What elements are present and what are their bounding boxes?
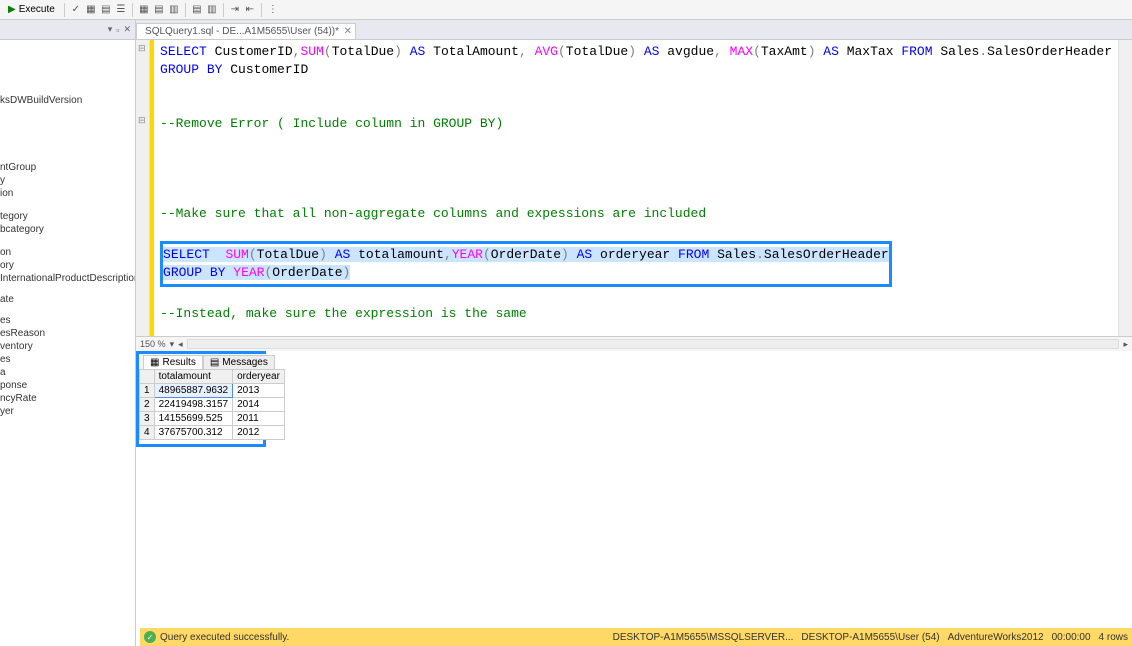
tree-item[interactable]: yer <box>0 405 135 418</box>
uncomment-icon[interactable]: ▥ <box>206 4 218 16</box>
scroll-right-icon[interactable]: ▸ <box>1123 339 1128 350</box>
dropdown-icon[interactable]: ▫ <box>116 25 119 35</box>
table-row[interactable]: 1 48965887.9632 2013 <box>140 384 285 398</box>
header-row: totalamount orderyear <box>140 370 285 384</box>
editor-tab[interactable]: SQLQuery1.sql - DE...A1M5655\User (54))*… <box>136 23 356 39</box>
tree-item[interactable]: es <box>0 353 135 366</box>
check-circle-icon: ✓ <box>144 631 156 643</box>
close-icon[interactable]: ✕ <box>344 26 352 37</box>
tree-item[interactable]: ponse <box>0 379 135 392</box>
fold-icon[interactable]: ⊟ <box>138 43 146 54</box>
table-row[interactable]: 2 22419498.3157 2014 <box>140 398 285 412</box>
zoom-bar: 150 % ▾ ◂ ▸ <box>136 336 1132 351</box>
tree-item[interactable]: esReason <box>0 327 135 340</box>
zoom-level[interactable]: 150 % <box>140 339 166 349</box>
tab-results[interactable]: ▦ Results <box>143 355 203 369</box>
code-editor[interactable]: SELECT CustomerID,SUM(TotalDue) AS Total… <box>154 40 1118 336</box>
cell[interactable]: 37675700.312 <box>154 426 233 440</box>
tree-item[interactable]: InternationalProductDescription <box>0 272 135 285</box>
grid-icon[interactable]: ▦ <box>85 4 97 16</box>
row-number: 3 <box>140 412 155 426</box>
tab-bar: SQLQuery1.sql - DE...A1M5655\User (54))*… <box>136 20 1132 40</box>
tree: ksDWBuildVersion ntGroup y ion tegory bc… <box>0 40 135 422</box>
tab-messages[interactable]: ▤ Messages <box>203 355 275 369</box>
indent-icon[interactable]: ⇥ <box>229 4 241 16</box>
horizontal-scrollbar[interactable] <box>187 339 1120 349</box>
tree-item[interactable]: y <box>0 174 135 187</box>
zoom-dropdown-icon[interactable]: ▾ <box>170 339 175 350</box>
row-number: 1 <box>140 384 155 398</box>
table-row[interactable]: 4 37675700.312 2012 <box>140 426 285 440</box>
separator <box>64 3 65 17</box>
status-db: AdventureWorks2012 <box>948 632 1044 643</box>
results-tab-label: Results <box>162 357 195 368</box>
cell[interactable]: 48965887.9632 <box>154 384 233 398</box>
corner-cell <box>140 370 155 384</box>
tab-title: SQLQuery1.sql - DE...A1M5655\User (54))* <box>145 26 339 37</box>
vertical-scrollbar[interactable] <box>1118 40 1132 336</box>
tree-item[interactable]: tegory <box>0 210 135 223</box>
tree-item[interactable]: es <box>0 314 135 327</box>
pin-icon[interactable]: ▾ <box>108 24 113 35</box>
status-server: DESKTOP-A1M5655\MSSQLSERVER... <box>613 632 794 643</box>
object-explorer: ▾ ▫ ✕ ksDWBuildVersion ntGroup y ion teg… <box>0 20 136 646</box>
tree-item[interactable]: ion <box>0 187 135 200</box>
status-bar: ✓ Query executed successfully. DESKTOP-A… <box>140 628 1132 646</box>
scroll-left-icon[interactable]: ◂ <box>178 339 183 350</box>
tree-item[interactable]: ksDWBuildVersion <box>0 94 135 107</box>
cell[interactable]: 14155699.525 <box>154 412 233 426</box>
results-file-icon[interactable]: ▥ <box>168 4 180 16</box>
grid-icon: ▦ <box>150 357 159 368</box>
table-icon[interactable]: ▤ <box>100 4 112 16</box>
cell[interactable]: 22419498.3157 <box>154 398 233 412</box>
table-row[interactable]: 3 14155699.525 2011 <box>140 412 285 426</box>
tree-item[interactable]: ncyRate <box>0 392 135 405</box>
results-grid[interactable]: totalamount orderyear 1 48965887.9632 20… <box>139 369 285 440</box>
outdent-icon[interactable]: ⇤ <box>244 4 256 16</box>
comment-icon[interactable]: ▤ <box>191 4 203 16</box>
results-panel: ▦ Results ▤ Messages totalamount orderye… <box>136 351 1132 646</box>
result-tabs: ▦ Results ▤ Messages <box>136 351 266 369</box>
tree-item[interactable]: a <box>0 366 135 379</box>
specify-icon[interactable]: ⋮ <box>267 4 279 16</box>
separator <box>261 3 262 17</box>
execute-button[interactable]: ▶Execute <box>4 3 59 16</box>
results-text-icon[interactable]: ▤ <box>153 4 165 16</box>
main-toolbar: ▶Execute ✓ ▦ ▤ ☰ ▦ ▤ ▥ ▤ ▥ ⇥ ⇤ ⋮ <box>0 0 1132 20</box>
message-icon: ▤ <box>210 357 219 368</box>
cell[interactable]: 2012 <box>233 426 285 440</box>
tree-item[interactable]: on <box>0 246 135 259</box>
status-message: Query executed successfully. <box>160 632 289 643</box>
tree-item[interactable]: bcategory <box>0 223 135 236</box>
cell[interactable]: 2013 <box>233 384 285 398</box>
cell[interactable]: 2014 <box>233 398 285 412</box>
separator <box>223 3 224 17</box>
tree-item[interactable]: ate <box>0 293 135 306</box>
separator <box>185 3 186 17</box>
gutter: ⊟ ⊟ <box>136 40 150 336</box>
tree-item[interactable]: ory <box>0 259 135 272</box>
status-time: 00:00:00 <box>1052 632 1091 643</box>
execute-label: Execute <box>19 4 55 15</box>
close-panel-icon[interactable]: ✕ <box>123 24 131 35</box>
status-user: DESKTOP-A1M5655\User (54) <box>801 632 939 643</box>
row-number: 4 <box>140 426 155 440</box>
sidebar-header: ▾ ▫ ✕ <box>0 20 135 40</box>
separator <box>132 3 133 17</box>
results-grid-icon[interactable]: ▦ <box>138 4 150 16</box>
tree-item <box>0 107 135 119</box>
messages-tab-label: Messages <box>222 357 268 368</box>
check-icon[interactable]: ✓ <box>70 4 82 16</box>
fold-icon[interactable]: ⊟ <box>138 115 146 126</box>
tree-item[interactable]: ventory <box>0 340 135 353</box>
cell[interactable]: 2011 <box>233 412 285 426</box>
column-header[interactable]: totalamount <box>154 370 233 384</box>
tree-item[interactable]: ntGroup <box>0 161 135 174</box>
tree-item <box>0 119 135 131</box>
play-icon: ▶ <box>8 4 16 15</box>
status-rows: 4 rows <box>1099 632 1128 643</box>
outline-icon[interactable]: ☰ <box>115 4 127 16</box>
column-header[interactable]: orderyear <box>233 370 285 384</box>
row-number: 2 <box>140 398 155 412</box>
